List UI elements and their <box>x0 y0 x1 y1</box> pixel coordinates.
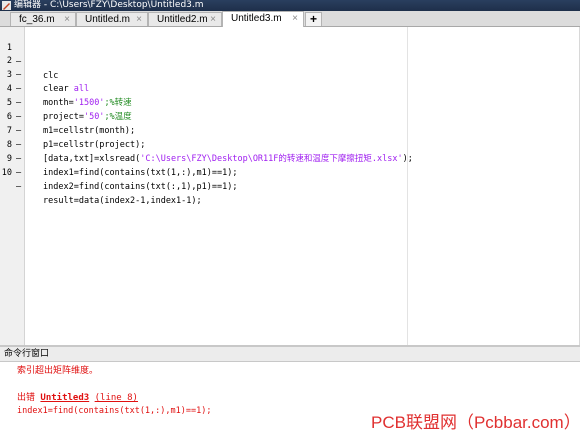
code-text: index2=find(contains(txt(:,1),p1)==1); <box>43 182 238 192</box>
close-icon[interactable]: × <box>136 13 142 26</box>
error-code-line: index1=find(contains(txt(1,:),m1)==1); <box>17 406 212 416</box>
tab-bar: fc_36.m × Untitled.m × Untitled2.m × Unt… <box>0 11 580 27</box>
editor-icon <box>2 1 11 10</box>
tab-label: Untitled2.m <box>157 14 208 25</box>
watermark: PCB联盟网（Pcbbar.com） <box>371 413 580 432</box>
code-line[interactable]: 5 – m1=cellstr(month); <box>0 82 560 136</box>
error-file-link[interactable]: Untitled3 <box>40 393 89 403</box>
close-icon[interactable]: × <box>292 12 298 25</box>
code-line[interactable]: 2 – clear all <box>0 40 560 94</box>
error-location: 出错 Untitled3 (line 8) <box>17 393 138 403</box>
error-line-link[interactable]: (line 8) <box>95 393 138 403</box>
tab-label: Untitled3.m <box>231 13 282 24</box>
code-editor[interactable]: 1 – clc 2 – clear all 3 – month='1500';%… <box>0 27 580 345</box>
command-window-title: 命令行窗口 <box>4 349 50 359</box>
code-line[interactable]: 7 – [data,txt]=xlsread('C:\Users\FZY\Des… <box>0 110 560 164</box>
tab-untitled[interactable]: Untitled.m × <box>76 12 148 26</box>
code-line[interactable]: 1 – clc <box>0 27 560 81</box>
code-line[interactable]: 6 – p1=cellstr(project); <box>0 96 560 150</box>
close-icon[interactable]: × <box>64 13 70 26</box>
command-window-header: 命令行窗口 <box>0 347 580 362</box>
code-line[interactable]: 8 – index1=find(contains(txt(1,:),m1)==1… <box>0 124 560 178</box>
close-icon[interactable]: × <box>210 13 216 26</box>
tab-fc36[interactable]: fc_36.m × <box>10 12 76 26</box>
tab-untitled3[interactable]: Untitled3.m × <box>222 11 304 27</box>
tab-label: Untitled.m <box>85 14 131 25</box>
line-number: 10 <box>1 168 12 178</box>
window-title: 编辑器 - C:\Users\FZY\Desktop\Untitled3.m <box>14 0 204 10</box>
breakpoint-marker[interactable]: – <box>16 180 21 194</box>
add-tab-button[interactable]: + <box>305 12 322 26</box>
code-text: index1=find(contains(txt(1,:),m1)==1); <box>43 168 238 178</box>
tab-untitled2[interactable]: Untitled2.m × <box>148 12 222 26</box>
code-line[interactable]: 10 – result=data(index2-1,index1-1); <box>0 152 560 206</box>
code-line[interactable]: 3 – month='1500';%转速 <box>0 54 560 108</box>
tab-label: fc_36.m <box>19 14 55 25</box>
code-line[interactable]: 9 – index2=find(contains(txt(:,1),p1)==1… <box>0 138 560 192</box>
code-line[interactable]: 4 – project='50';%温度 <box>0 68 560 122</box>
title-bar: 编辑器 - C:\Users\FZY\Desktop\Untitled3.m <box>0 0 580 11</box>
error-message: 索引超出矩阵维度。 <box>17 366 99 376</box>
code-text: result=data(index2-1,index1-1); <box>43 196 202 206</box>
